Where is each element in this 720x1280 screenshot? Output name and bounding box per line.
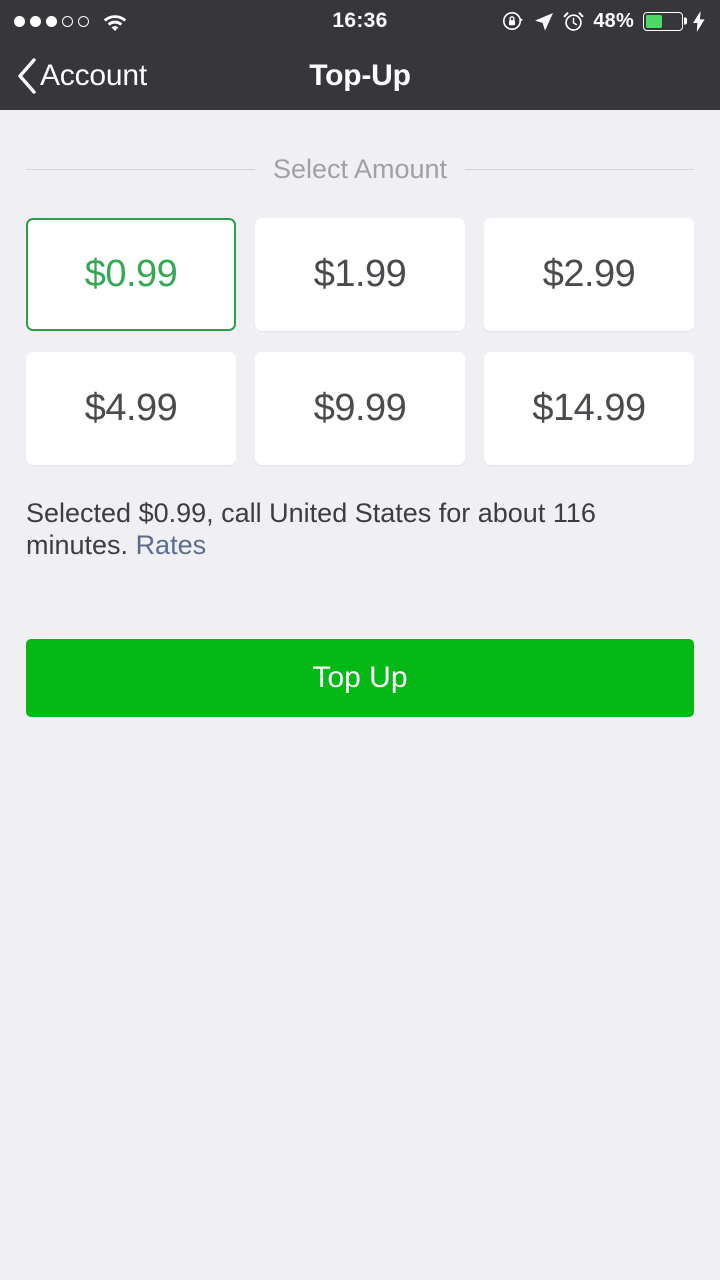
selection-summary-text: Selected $0.99, call United States for a…	[26, 498, 596, 560]
section-divider-right	[465, 169, 695, 170]
battery-fill-level	[646, 14, 663, 28]
amount-option-card[interactable]: $0.99	[26, 218, 236, 331]
amount-option-label: $1.99	[313, 253, 407, 295]
navigation-bar: Account Top-Up	[0, 42, 720, 110]
main-content: Select Amount $0.99 $1.99 $2.99 $4.99 $9.99 $…	[0, 154, 720, 718]
selection-summary: Selected $0.99, call United States for a…	[26, 498, 626, 561]
status-bar: 16:36 48%	[0, 0, 720, 42]
amount-option-label: $14.99	[532, 387, 646, 429]
select-amount-section-header: Select Amount	[26, 154, 695, 185]
amount-option-label: $4.99	[84, 387, 178, 429]
rotation-lock-icon	[503, 12, 524, 30]
chevron-left-icon	[18, 58, 36, 94]
status-bar-right: 48%	[502, 10, 706, 33]
lightning-bolt-icon	[693, 10, 705, 32]
amount-option-card[interactable]: $14.99	[484, 352, 694, 465]
wifi-icon	[103, 14, 127, 31]
battery-icon	[643, 11, 683, 31]
amount-option-card[interactable]: $1.99	[255, 218, 465, 331]
signal-dot-filled	[14, 15, 25, 27]
signal-strength-indicator	[14, 15, 89, 27]
amount-option-label: $2.99	[542, 253, 636, 295]
rates-link[interactable]: Rates	[136, 530, 207, 560]
back-button[interactable]: Account	[16, 57, 147, 95]
amount-option-card[interactable]: $4.99	[26, 352, 236, 465]
top-up-button[interactable]: Top Up	[26, 639, 694, 718]
location-arrow-icon	[535, 12, 554, 31]
amount-options-grid: $0.99 $1.99 $2.99 $4.99 $9.99 $14.99	[26, 218, 694, 465]
signal-dot-filled	[46, 15, 57, 27]
back-button-label: Account	[40, 59, 147, 92]
amount-option-label: $9.99	[313, 387, 407, 429]
signal-dot-empty	[78, 15, 89, 27]
battery-percentage-label: 48%	[593, 9, 634, 32]
amount-option-card[interactable]: $2.99	[484, 218, 694, 331]
status-bar-left	[14, 12, 128, 31]
alarm-clock-icon	[563, 11, 584, 31]
section-title-label: Select Amount	[272, 154, 448, 184]
section-divider-left	[26, 169, 255, 170]
amount-option-label: $0.99	[84, 253, 178, 295]
amount-option-card[interactable]: $9.99	[255, 352, 465, 465]
signal-dot-empty	[62, 15, 73, 27]
signal-dot-filled	[30, 15, 41, 27]
